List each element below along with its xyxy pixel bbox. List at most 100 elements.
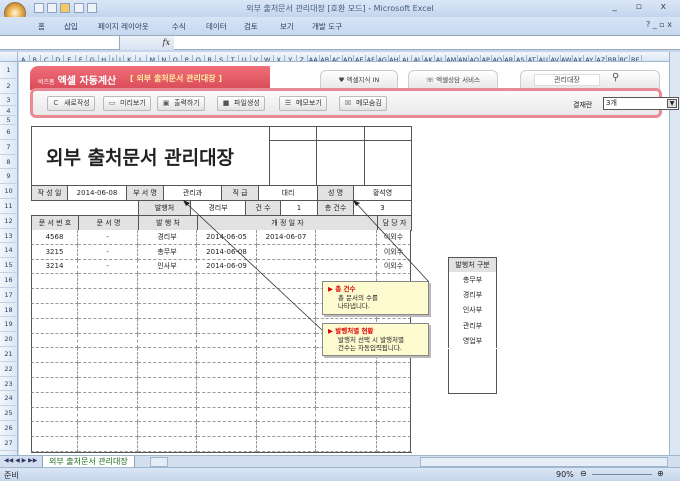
row-header[interactable]: 18 <box>0 303 17 318</box>
tab-2[interactable]: 페이지 레이아웃 <box>98 21 149 32</box>
row-header[interactable]: 25 <box>0 406 17 421</box>
row-header[interactable]: 5 <box>0 116 17 125</box>
column-header[interactable]: AK <box>423 55 435 61</box>
column-header[interactable]: R <box>205 55 216 61</box>
fx-icon[interactable]: fx <box>120 36 174 50</box>
table-cell-issuer[interactable] <box>138 437 197 452</box>
row-header[interactable]: 3 <box>0 94 17 106</box>
column-header[interactable]: V <box>251 55 262 61</box>
table-cell-d3[interactable] <box>316 378 377 393</box>
tab-5[interactable]: 검토 <box>244 21 258 32</box>
row-header[interactable]: 8 <box>0 155 17 170</box>
column-header[interactable]: AS <box>515 55 527 61</box>
table-cell-d2[interactable] <box>257 259 316 275</box>
table-cell-name[interactable] <box>78 274 138 290</box>
column-header[interactable]: BE <box>630 55 642 61</box>
table-cell-d1[interactable] <box>197 304 257 319</box>
table-cell-owner[interactable]: 이외수 <box>377 230 411 245</box>
table-cell-d1[interactable] <box>197 274 257 290</box>
table-cell-name[interactable] <box>78 422 138 438</box>
table-cell-d3[interactable] <box>316 244 377 260</box>
toolbar-button-미리보기[interactable]: ▭ 미리보기 <box>103 96 151 111</box>
column-header[interactable]: P <box>182 55 193 61</box>
window-controls[interactable]: _ ▫ x <box>612 2 674 12</box>
vertical-scrollbar[interactable] <box>669 52 680 455</box>
table-cell-no[interactable] <box>31 333 78 349</box>
table-cell-d3[interactable] <box>316 437 377 452</box>
column-header[interactable]: BC <box>619 55 630 61</box>
column-header[interactable]: Q <box>193 55 205 61</box>
row-header[interactable]: 2 <box>0 79 17 94</box>
column-header[interactable]: T <box>228 55 239 61</box>
column-header[interactable]: J <box>117 55 124 61</box>
table-cell-d1[interactable]: 2014-06-09 <box>197 259 257 275</box>
table-cell-no[interactable] <box>31 422 78 438</box>
table-cell-name[interactable] <box>78 363 138 378</box>
table-cell-issuer[interactable] <box>138 289 197 304</box>
column-header[interactable]: W <box>262 55 274 61</box>
table-cell-issuer[interactable]: 총무부 <box>138 244 197 260</box>
table-cell-d2[interactable] <box>257 363 316 378</box>
table-cell-owner[interactable] <box>377 407 411 423</box>
column-header[interactable]: AI <box>400 55 412 61</box>
table-cell-name[interactable] <box>78 318 138 334</box>
row-header[interactable]: 19 <box>0 317 17 333</box>
toolbar-button-새로작성[interactable]: C 새로작성 <box>47 96 95 111</box>
column-header[interactable]: D <box>53 55 64 61</box>
column-header[interactable]: I <box>110 55 117 61</box>
table-cell-no[interactable] <box>31 392 78 408</box>
table-cell-d1[interactable] <box>197 392 257 408</box>
help-icon[interactable]: ? _ ▫ x <box>646 20 672 29</box>
table-cell-issuer[interactable] <box>138 333 197 349</box>
table-cell-d3[interactable] <box>316 363 377 378</box>
column-header[interactable]: C <box>41 55 53 61</box>
column-header[interactable]: AE <box>354 55 366 61</box>
column-header[interactable]: AD <box>343 55 354 61</box>
tab-0[interactable]: 홈 <box>38 21 45 32</box>
table-cell-no[interactable]: 3214 <box>31 259 78 275</box>
table-cell-no[interactable] <box>31 274 78 290</box>
row-header[interactable]: 11 <box>0 199 17 214</box>
table-cell-d2[interactable] <box>257 244 316 260</box>
table-cell-d2[interactable] <box>257 422 316 438</box>
column-header[interactable]: A <box>18 55 30 61</box>
table-cell-no[interactable] <box>31 437 78 452</box>
table-cell-d1[interactable] <box>197 348 257 364</box>
tab-3[interactable]: 수식 <box>172 21 186 32</box>
table-cell-d3[interactable] <box>316 230 377 245</box>
row-header[interactable]: 1 <box>0 62 17 79</box>
table-cell-d1[interactable]: 2014-06-05 <box>197 230 257 245</box>
zoom-out-icon[interactable]: ⊖ <box>580 469 587 478</box>
table-cell-d1[interactable] <box>197 333 257 349</box>
row-header[interactable]: 6 <box>0 125 17 140</box>
table-cell-d1[interactable] <box>197 407 257 423</box>
zoom-in-icon[interactable]: ⊕ <box>657 469 664 478</box>
table-cell-issuer[interactable] <box>138 363 197 378</box>
table-cell-d1[interactable] <box>197 289 257 304</box>
column-header[interactable]: AG <box>377 55 389 61</box>
table-cell-d2[interactable] <box>257 304 316 319</box>
table-cell-issuer[interactable] <box>138 318 197 334</box>
table-cell-d1[interactable] <box>197 437 257 452</box>
table-cell-d2[interactable] <box>257 378 316 393</box>
table-cell-name[interactable] <box>78 392 138 408</box>
table-cell-name[interactable] <box>78 289 138 304</box>
toolbar-button-파일생성[interactable]: ■ 파일생성 <box>217 96 265 111</box>
column-header[interactable]: AP <box>481 55 492 61</box>
table-cell-d2[interactable] <box>257 392 316 408</box>
column-header[interactable]: AO <box>469 55 481 61</box>
table-cell-d2[interactable] <box>257 407 316 423</box>
table-cell-name[interactable]: - <box>78 259 138 275</box>
column-header[interactable]: AV <box>550 55 561 61</box>
table-cell-no[interactable] <box>31 304 78 319</box>
column-header[interactable]: AA <box>308 55 320 61</box>
search-input[interactable]: 관리대장 <box>534 74 600 86</box>
column-header[interactable]: H <box>99 55 110 61</box>
new-sheet-icon[interactable] <box>150 457 168 467</box>
table-cell-d3[interactable] <box>316 392 377 408</box>
column-header[interactable]: M <box>147 55 159 61</box>
table-cell-no[interactable]: 4568 <box>31 230 78 245</box>
column-header[interactable]: G <box>87 55 99 61</box>
column-header[interactable]: U <box>239 55 251 61</box>
table-cell-name[interactable] <box>78 378 138 393</box>
